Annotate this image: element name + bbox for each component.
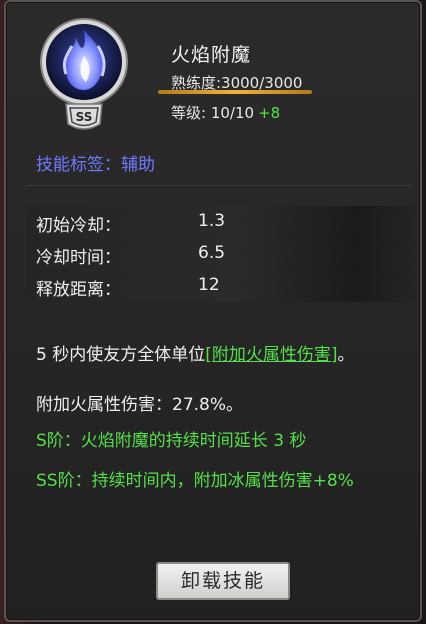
stat-row-cooldown: 冷却时间： 6.5 (26, 238, 416, 270)
proficiency-bar (158, 90, 312, 94)
skill-level: 等级: 10/10 +8 (171, 102, 280, 123)
stat-row-cast-range: 释放距离： 12 (26, 270, 416, 302)
damage-description: 附加火属性伤害：27.8%。 (36, 395, 244, 415)
skill-name: 火焰附魔 (171, 44, 252, 66)
rank-badge: SS (76, 110, 93, 124)
stat-value: 12 (198, 275, 220, 295)
level-bonus: +8 (258, 104, 281, 122)
divider (26, 185, 412, 186)
description-text: 5 秒内使友方全体单位 (36, 345, 206, 365)
stat-label: 初始冷却： (36, 216, 121, 236)
s-rank-bonus: S阶：火焰附魔的持续时间延长 3 秒 (36, 431, 307, 451)
level-value: 等级: 10/10 (171, 104, 255, 122)
skill-icon-emblem: SS (40, 18, 128, 130)
stat-label: 释放距离： (36, 280, 121, 300)
stat-value: 6.5 (198, 243, 226, 263)
description-period: 。 (337, 345, 355, 365)
ss-rank-bonus: SS阶：持续时间内，附加冰属性伤害+8% (36, 471, 354, 491)
skill-description: 5 秒内使友方全体单位[附加火属性伤害]。 (36, 344, 406, 366)
stat-label: 冷却时间： (36, 248, 121, 268)
fire-damage-link[interactable]: [附加火属性伤害] (205, 345, 337, 365)
skill-tooltip-panel: SS 火焰附魔 熟练度:3000/3000 等级: 10/10 +8 技能标签：辅… (4, 0, 422, 622)
unequip-skill-button[interactable]: 卸载技能 (156, 562, 290, 600)
skill-tag: 技能标签：辅助 (36, 155, 155, 175)
stat-value: 1.3 (198, 211, 226, 231)
stat-row-initial-cooldown: 初始冷却： 1.3 (26, 206, 416, 238)
